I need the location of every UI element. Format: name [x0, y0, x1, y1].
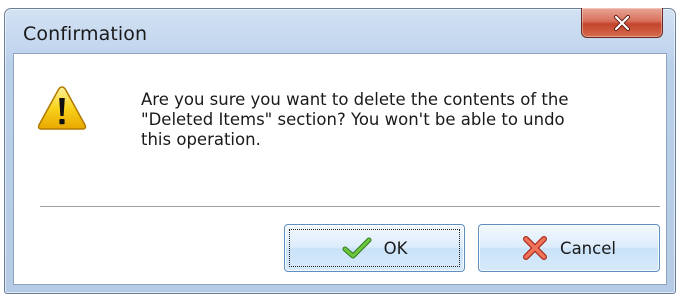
- confirmation-dialog: Confirmation Are you sure you want to de…: [4, 8, 676, 294]
- cancel-label: Cancel: [560, 238, 616, 258]
- dialog-body: Are you sure you want to delete the cont…: [13, 53, 667, 285]
- divider: [40, 206, 660, 207]
- close-button[interactable]: [581, 8, 663, 38]
- checkmark-icon: [342, 237, 372, 259]
- message-line: Are you sure you want to delete the cont…: [141, 90, 569, 109]
- ok-button[interactable]: OK: [284, 224, 465, 272]
- focus-ring: [289, 229, 460, 267]
- message-line: this operation.: [141, 130, 261, 149]
- ok-label: OK: [383, 238, 408, 258]
- title-bar[interactable]: Confirmation: [5, 8, 675, 57]
- warning-icon: [37, 86, 87, 130]
- message-line: "Deleted Items" section? You won't be ab…: [141, 110, 565, 129]
- cross-icon: [523, 236, 548, 260]
- confirmation-message: Are you sure you want to delete the cont…: [141, 90, 651, 150]
- cancel-button[interactable]: Cancel: [478, 224, 660, 272]
- close-icon: [614, 14, 630, 31]
- dialog-title: Confirmation: [23, 23, 148, 45]
